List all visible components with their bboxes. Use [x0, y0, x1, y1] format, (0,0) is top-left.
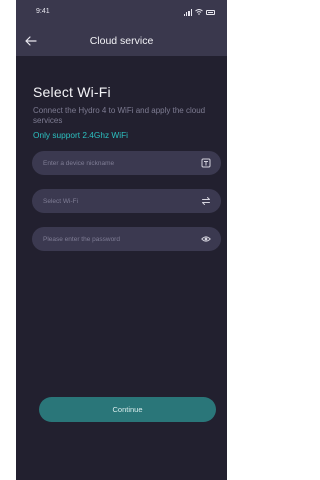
status-bar: 9:41 [16, 0, 227, 26]
wifi-status-icon [195, 9, 203, 15]
nickname-field[interactable] [32, 151, 221, 175]
page-title: Cloud service [89, 35, 154, 47]
nickname-input[interactable] [32, 151, 193, 175]
nav-bar: Cloud service [16, 26, 227, 56]
signal-icon [183, 9, 192, 16]
password-input[interactable] [32, 227, 193, 251]
wifi-select-field[interactable] [32, 189, 221, 213]
status-time: 9:41 [36, 8, 50, 15]
description-text: Connect the Hydro 4 to WiFi and apply th… [33, 106, 206, 125]
wifi-select-input[interactable] [32, 189, 193, 213]
wifi-band-note: Only support 2.4Ghz WiFi [33, 130, 128, 140]
battery-icon [206, 9, 215, 15]
eye-icon[interactable] [201, 234, 211, 244]
section-heading: Select Wi-Fi [33, 84, 111, 100]
password-field[interactable] [32, 227, 221, 251]
swap-arrows-icon[interactable] [201, 196, 211, 206]
continue-button[interactable]: Continue [39, 397, 216, 422]
app-screen: 9:41 Cloud service Select Wi-Fi Connect … [16, 0, 227, 480]
tag-icon [201, 158, 211, 168]
status-icons [183, 8, 215, 16]
